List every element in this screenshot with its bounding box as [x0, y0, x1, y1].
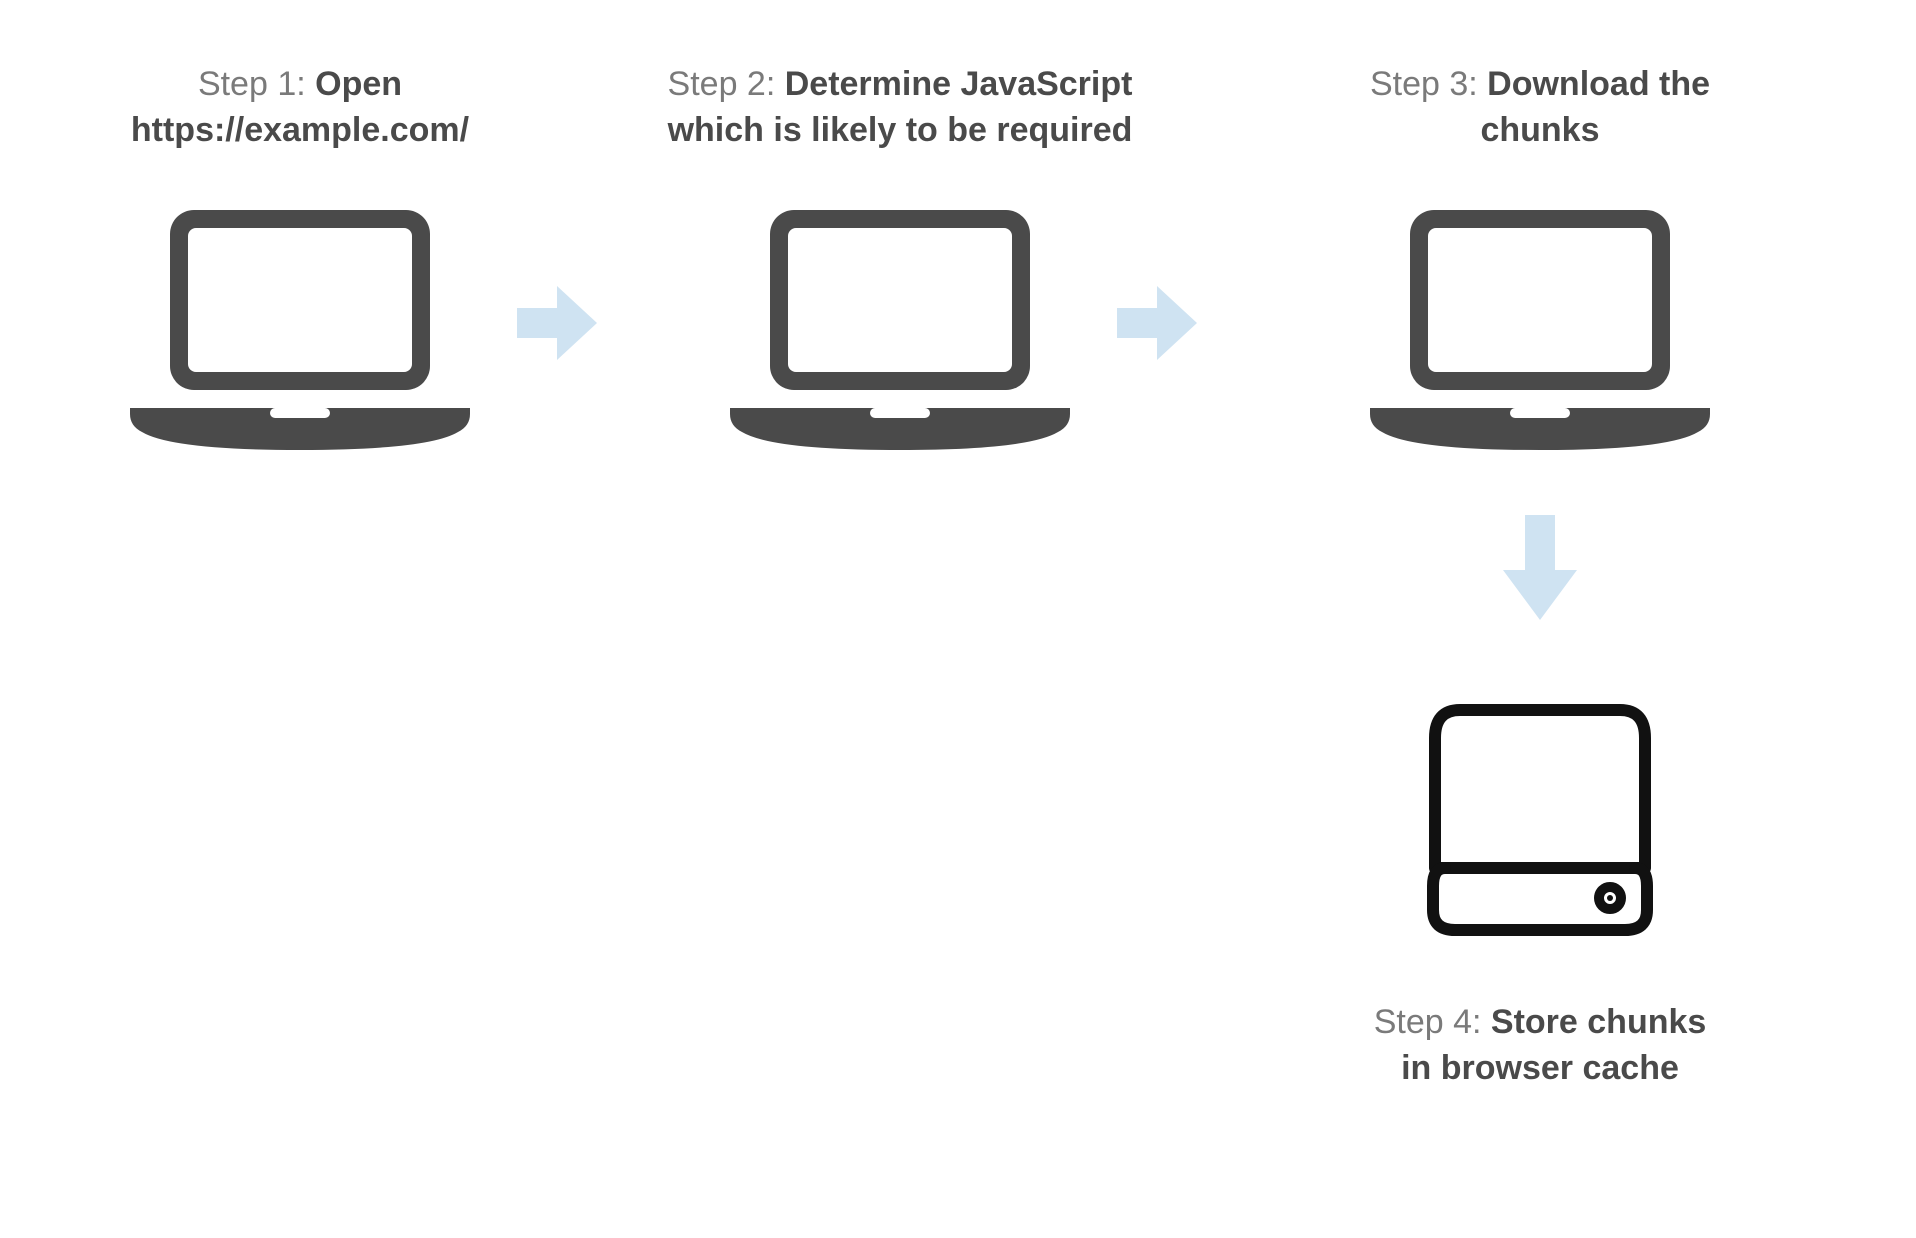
- hard-drive-icon: [1425, 700, 1655, 940]
- step-1-prefix: Step 1:: [198, 65, 315, 103]
- step-4-bold-line2: in browser cache: [1401, 1049, 1679, 1087]
- step-3-caption: Step 3: Download the chunks: [1300, 62, 1780, 154]
- step-1-caption: Step 1: Open https://example.com/: [60, 62, 540, 154]
- step-4-caption: Step 4: Store chunks in browser cache: [1300, 1000, 1780, 1092]
- step-4-prefix: Step 4:: [1374, 1003, 1491, 1041]
- step-3-bold-line2: chunks: [1480, 111, 1599, 149]
- laptop-icon: [1360, 200, 1720, 460]
- step-2-prefix: Step 2:: [668, 65, 785, 103]
- step-2-caption: Step 2: Determine JavaScript which is li…: [600, 62, 1200, 154]
- step-3-bold-line1: Download the: [1487, 65, 1710, 103]
- step-4-bold-line1: Store chunks: [1491, 1003, 1706, 1041]
- arrow-right-icon: [1112, 278, 1202, 368]
- step-3-prefix: Step 3:: [1370, 65, 1487, 103]
- step-2-bold-line1: Determine JavaScript: [785, 65, 1133, 103]
- step-1-bold-line2: https://example.com/: [131, 111, 469, 149]
- arrow-down-icon: [1495, 510, 1585, 630]
- diagram-canvas: Step 1: Open https://example.com/ Step 2…: [0, 0, 1916, 1238]
- laptop-icon: [720, 200, 1080, 460]
- laptop-icon: [120, 200, 480, 460]
- arrow-right-icon: [512, 278, 602, 368]
- step-1-bold-line1: Open: [315, 65, 402, 103]
- step-2-bold-line2: which is likely to be required: [668, 111, 1133, 149]
